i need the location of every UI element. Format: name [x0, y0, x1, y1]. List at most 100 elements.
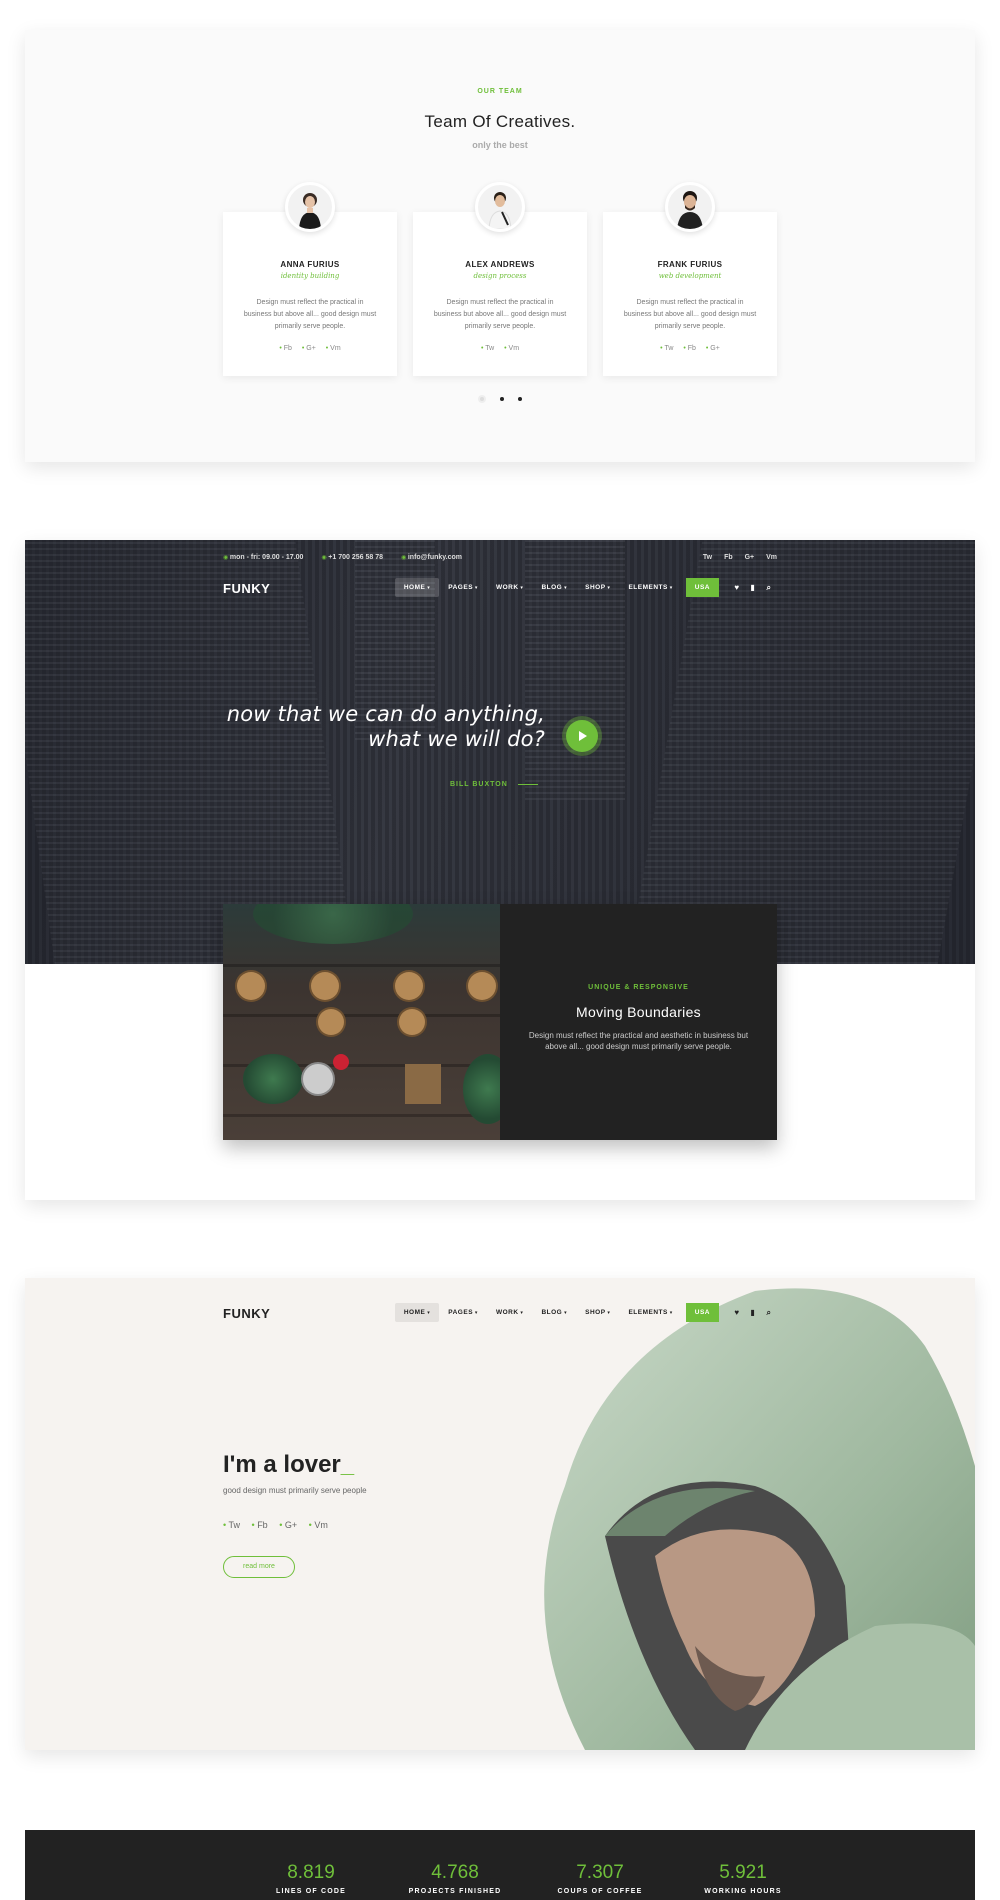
- stat-label: LINES OF CODE: [275, 1888, 347, 1895]
- member-name: FRANK FURIUS: [657, 260, 723, 269]
- member-description: Design must reflect the practical in bus…: [433, 299, 567, 330]
- stat-label: WORKING HOURS: [704, 1888, 782, 1895]
- member-name: ALEX ANDREWS: [465, 260, 535, 269]
- office-hours: mon - fri: 09.00 - 17.00: [223, 554, 303, 561]
- carousel-pagination: [25, 390, 975, 408]
- social-link-vm[interactable]: Vm: [309, 1520, 328, 1530]
- nav-item-shop[interactable]: SHOP: [576, 578, 619, 597]
- heart-icon[interactable]: ♥: [729, 1308, 745, 1317]
- member-social: Tw Fb G+: [603, 345, 777, 352]
- social-link-fb[interactable]: Fb: [252, 1520, 268, 1530]
- nav-item-work[interactable]: WORK: [487, 1303, 533, 1322]
- member-social: Fb G+ Vm: [223, 345, 397, 352]
- social-link-vm[interactable]: Vm: [766, 554, 777, 561]
- social-link-tw[interactable]: Tw: [223, 1520, 240, 1530]
- stat-value: 7.307: [576, 1862, 624, 1883]
- hero-title-text: I'm a lover: [223, 1451, 341, 1478]
- main-navigation: FUNKY HOME PAGES WORK BLOG SHOP ELEMENTS…: [223, 1303, 777, 1327]
- social-link-gplus[interactable]: G+: [279, 1520, 297, 1530]
- bag-icon[interactable]: ▮: [745, 1308, 761, 1317]
- stat-counter: 8.819 LINES OF CODE: [231, 1862, 391, 1895]
- social-link-gplus[interactable]: G+: [745, 554, 755, 561]
- team-card: FRANK FURIUS web development Design must…: [603, 182, 777, 376]
- phone-number[interactable]: +1 700 256 58 78: [321, 554, 383, 561]
- avatar: [285, 182, 335, 232]
- nav-item-shop[interactable]: SHOP: [576, 1303, 619, 1322]
- social-link-tw[interactable]: Tw: [660, 345, 673, 352]
- feature-box: UNIQUE & RESPONSIVE Moving Boundaries De…: [223, 904, 777, 1140]
- social-link-tw[interactable]: Tw: [703, 554, 712, 561]
- nav-item-blog[interactable]: BLOG: [532, 1303, 576, 1322]
- avatar: [475, 182, 525, 232]
- member-description: Design must reflect the practical in bus…: [243, 299, 377, 330]
- bag-icon[interactable]: ▮: [745, 583, 761, 592]
- stat-counter: 5.921 WORKING HOURS: [663, 1862, 823, 1895]
- member-social: Tw Vm: [413, 345, 587, 352]
- hero-subtitle: good design must primarily serve people: [223, 1486, 367, 1495]
- stat-label: PROJECTS FINISHED: [408, 1888, 502, 1895]
- heart-icon[interactable]: ♥: [729, 583, 745, 592]
- nav-item-blog[interactable]: BLOG: [532, 578, 576, 597]
- play-video-button[interactable]: [566, 720, 598, 752]
- search-icon[interactable]: ⌕: [761, 583, 777, 593]
- stat-counter: 4.768 PROJECTS FINISHED: [375, 1862, 535, 1895]
- nav-menu: HOME PAGES WORK BLOG SHOP ELEMENTS USA ♥…: [394, 578, 777, 597]
- feature-eyebrow: UNIQUE & RESPONSIVE: [588, 984, 689, 991]
- social-link-tw[interactable]: Tw: [481, 345, 494, 352]
- social-link-fb[interactable]: Fb: [279, 345, 292, 352]
- carousel-dot[interactable]: [500, 396, 504, 401]
- city-hero-section: mon - fri: 09.00 - 17.00 +1 700 256 58 7…: [25, 540, 975, 1200]
- nav-menu: HOME PAGES WORK BLOG SHOP ELEMENTS USA ♥…: [394, 1303, 777, 1322]
- top-info-bar: mon - fri: 09.00 - 17.00 +1 700 256 58 7…: [223, 554, 777, 561]
- nav-item-pages[interactable]: PAGES: [439, 578, 487, 597]
- main-navigation: FUNKY HOME PAGES WORK BLOG SHOP ELEMENTS…: [223, 578, 777, 602]
- team-eyebrow: OUR TEAM: [477, 88, 523, 95]
- typing-cursor: _: [340, 1451, 355, 1478]
- search-icon[interactable]: ⌕: [761, 1308, 777, 1318]
- city-background-image: [25, 540, 975, 964]
- read-more-button[interactable]: read more: [223, 1556, 295, 1578]
- site-logo[interactable]: FUNKY: [223, 581, 270, 596]
- social-link-fb[interactable]: Fb: [724, 554, 733, 561]
- hero-quote: now that we can do anything, what we wil…: [227, 702, 545, 752]
- email-address[interactable]: info@funky.com: [401, 554, 462, 561]
- member-role: web development: [658, 272, 722, 280]
- stat-label: COUPS OF COFFEE: [557, 1888, 643, 1895]
- nav-item-elements[interactable]: ELEMENTS: [619, 1303, 681, 1322]
- stat-counter: 7.307 COUPS OF COFFEE: [520, 1862, 680, 1895]
- stat-value: 8.819: [287, 1862, 335, 1883]
- team-title: Team Of Creatives.: [424, 112, 576, 131]
- nav-item-elements[interactable]: ELEMENTS: [619, 578, 681, 597]
- social-link-vm[interactable]: Vm: [326, 345, 341, 352]
- social-link-gplus[interactable]: G+: [706, 345, 720, 352]
- language-button[interactable]: USA: [685, 578, 719, 597]
- member-role: identity building: [280, 272, 340, 280]
- nav-item-home[interactable]: HOME: [394, 1303, 440, 1322]
- member-role: design process: [473, 272, 527, 280]
- team-card: ANNA FURIUS identity building Design mus…: [223, 182, 397, 376]
- carousel-dot[interactable]: [518, 396, 523, 401]
- social-link-fb[interactable]: Fb: [683, 345, 696, 352]
- team-section: OUR TEAM Team Of Creatives. only the bes…: [25, 30, 975, 462]
- restaurant-image: [223, 904, 500, 1140]
- nav-item-home[interactable]: HOME: [394, 578, 440, 597]
- social-link-vm[interactable]: Vm: [504, 345, 519, 352]
- quote-line: now that we can do anything,: [226, 702, 545, 726]
- site-logo[interactable]: FUNKY: [223, 1306, 270, 1321]
- hooded-man-image: [544, 1288, 975, 1750]
- hero-social-links: Tw Fb G+ Vm: [223, 1520, 337, 1530]
- carousel-dot[interactable]: [477, 394, 486, 403]
- language-button[interactable]: USA: [685, 1303, 719, 1322]
- member-description: Design must reflect the practical in bus…: [623, 299, 757, 330]
- team-subtitle: only the best: [472, 140, 528, 150]
- stats-section: 8.819 LINES OF CODE 4.768 PROJECTS FINIS…: [25, 1830, 975, 1900]
- nav-item-work[interactable]: WORK: [487, 578, 533, 597]
- team-card: ALEX ANDREWS design process Design must …: [413, 182, 587, 376]
- feature-title: Moving Boundaries: [576, 1004, 701, 1020]
- feature-text-panel: UNIQUE & RESPONSIVE Moving Boundaries De…: [500, 904, 777, 1140]
- nav-item-pages[interactable]: PAGES: [439, 1303, 487, 1322]
- hero-title: I'm a lover_: [223, 1451, 354, 1479]
- feature-description: Design must reflect the practical and ae…: [528, 1031, 749, 1051]
- social-link-gplus[interactable]: G+: [302, 345, 316, 352]
- member-name: ANNA FURIUS: [280, 260, 340, 269]
